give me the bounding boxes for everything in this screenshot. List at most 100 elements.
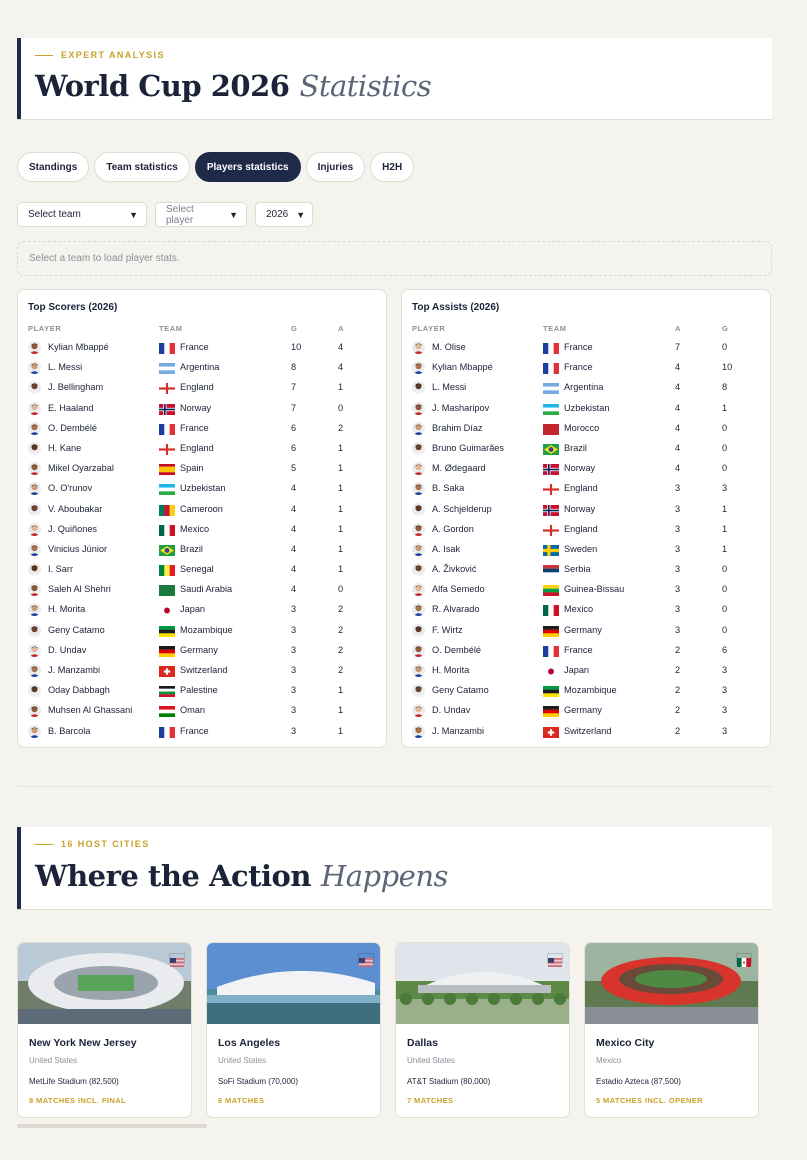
team-name: Saudi Arabia [180,584,233,595]
goals-value: 3 [722,685,728,696]
empty-state-notice: Select a team to load player stats. [17,241,772,276]
player-name: Mikel Oyarzabal [48,463,114,474]
player-avatar [412,482,425,496]
stadium-name: SoFi Stadium (70,000) [218,1077,299,1086]
player-avatar [412,522,425,536]
table-row: Vinicius Júnior Brazil 4 1 [28,540,378,560]
player-avatar [412,421,425,435]
table-row: O. Dembélé France 6 2 [28,419,378,439]
stadium-photo [396,943,569,1024]
player-name: Geny Catamo [432,685,489,696]
table-row: H. Morita Japan 2 3 [412,661,762,681]
country-flag-icon [543,504,559,516]
country-flag-icon [169,953,185,967]
assists-value: 2 [338,644,344,655]
goals-value: 3 [291,725,297,736]
host-city-card[interactable]: Mexico City Mexico Estadio Azteca (87,500)… [584,942,759,1118]
country-flag-icon [159,645,175,657]
col-goals: G [291,324,298,333]
assists-value: 1 [338,564,344,575]
player-avatar [412,623,425,637]
goals-value: 3 [722,725,728,736]
table-row: A. Živković Serbia 3 0 [412,560,762,580]
country-flag-icon [159,726,176,738]
tab-injuries[interactable]: Injuries [305,152,366,182]
player-avatar [412,502,425,516]
tab-h2h[interactable]: H2H [370,152,415,182]
col-player: PLAYER [412,324,446,333]
player-name: B. Barcola [48,725,91,736]
assists-value: 1 [338,503,344,514]
player-select[interactable]: Select player ▼ [155,202,247,227]
team-select[interactable]: Select team ▼ [17,202,147,227]
team-name: Mexico [564,604,594,615]
country-flag-icon [159,524,176,536]
team-name: Brazil [180,543,203,554]
team-name: Germany [564,705,602,716]
player-avatar [28,441,41,455]
host-city-card[interactable]: Dallas United States AT&T Stadium (80,000)… [395,942,570,1118]
assists-value: 0 [338,584,344,595]
goals-value: 0 [722,604,728,615]
country-flag-icon [543,464,559,476]
assists-value: 1 [338,543,344,554]
table-row: Mikel Oyarzabal Spain 5 1 [28,459,378,479]
carousel-scrollbar[interactable] [17,1124,207,1128]
table-row: Geny Catamo Mozambique 2 3 [412,681,762,701]
host-city-card[interactable]: New York New Jersey United States MetLife … [17,942,192,1118]
host-city-card[interactable]: Los Angeles United States SoFi Stadium (70… [206,942,381,1118]
player-avatar [412,684,425,698]
stadium-photo [585,943,758,1024]
tab-standings[interactable]: Standings [17,152,90,182]
player-name: O. Dembélé [48,422,98,433]
team-name: France [180,725,209,736]
chevron-down-icon: ▼ [229,209,238,220]
player-name: I. Sarr [48,564,74,575]
col-assists: A [338,324,345,333]
player-avatar [412,441,425,455]
assists-value: 3 [675,564,681,575]
player-name: M. Olise [432,342,466,352]
player-name: Muhsen Al Ghassani [48,705,133,716]
country-flag-icon [543,484,559,496]
year-select[interactable]: 2026 ▼ [255,202,313,227]
country-flag-icon [543,363,560,375]
tab-team-statistics[interactable]: Team statistics [94,152,190,182]
top-scorers-title: Top Scorers (2026) [28,302,118,313]
player-avatar [28,401,41,415]
assists-value: 4 [675,422,681,433]
table-row: M. Olise France 7 0 [412,338,762,358]
stats-section-header: EXPERT ANALYSIS World Cup 2026 Statistics [17,38,772,119]
country-flag-icon [159,363,175,375]
player-select-value: Select player [166,203,194,226]
tab-players-statistics[interactable]: Players statistics [194,152,301,182]
table-row: B. Barcola France 3 1 [28,722,378,742]
player-avatar [412,583,425,597]
assists-value: 2 [675,644,681,655]
country-flag-icon [543,544,559,556]
table-row: Muhsen Al Ghassani Oman 3 1 [28,701,378,721]
country-flag-icon [736,953,752,967]
table-row: J. Manzambi Switzerland 3 2 [28,661,378,681]
assists-value: 1 [338,382,344,393]
country-flag-icon [543,383,559,395]
player-name: M. Ødegaard [432,463,486,474]
table-row: Alfa Semedo Guinea-Bissau 3 0 [412,580,762,600]
player-name: H. Morita [48,604,86,615]
player-avatar [28,421,41,435]
team-name: Cameroon [180,503,223,514]
assists-value: 1 [338,483,344,494]
country-flag-icon [543,645,560,657]
host-cities-carousel[interactable]: New York New Jersey United States MetLife … [17,942,807,1118]
assists-value: 2 [338,624,344,635]
assists-value: 4 [675,442,681,453]
col-team: TEAM [159,324,183,333]
stadium-name: MetLife Stadium (82,500) [29,1077,119,1086]
col-team: TEAM [543,324,567,333]
player-name: Vinicius Júnior [48,543,108,554]
country-flag-icon [543,625,559,637]
player-name: A. Živković [432,564,477,575]
goals-value: 4 [291,523,297,534]
top-assists-title: Top Assists (2026) [412,302,500,313]
player-avatar [412,603,425,617]
